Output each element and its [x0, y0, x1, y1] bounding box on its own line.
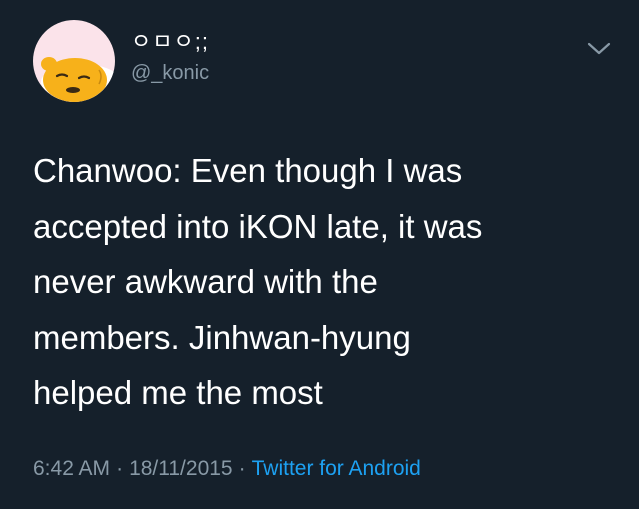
display-name[interactable]: ㅇㅁㅇ;;: [131, 29, 209, 55]
tweet-date: 18/11/2015: [129, 457, 233, 480]
meta-separator: ·: [116, 457, 124, 480]
tweet-meta: 6:42 AM · 18/11/2015 · Twitter for Android: [33, 455, 421, 483]
tweet-text: Chanwoo: Even though I was accepted into…: [33, 152, 483, 411]
gudetama-egg-avatar-icon: [41, 57, 115, 102]
tweet-card: ㅇㅁㅇ;; @_konic Chanwoo: Even though I was…: [0, 0, 639, 509]
tweet-time: 6:42 AM: [33, 457, 111, 480]
user-handle[interactable]: @_konic: [131, 61, 209, 85]
meta-separator: ·: [238, 457, 246, 480]
chevron-down-icon[interactable]: [586, 40, 612, 58]
avatar[interactable]: [33, 20, 115, 102]
tweet-source-link[interactable]: Twitter for Android: [252, 457, 421, 480]
